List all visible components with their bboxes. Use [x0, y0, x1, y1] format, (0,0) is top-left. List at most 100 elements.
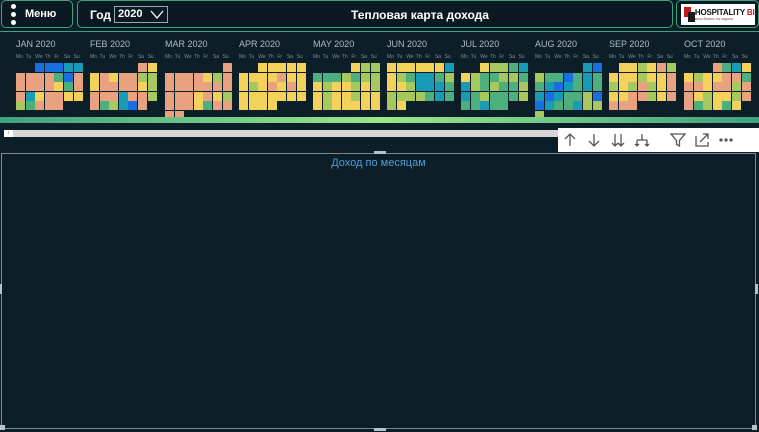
day-cell[interactable]	[712, 101, 722, 111]
day-cell[interactable]	[461, 82, 470, 92]
day-cell[interactable]	[666, 72, 676, 82]
day-cell[interactable]	[267, 82, 277, 92]
day-cell[interactable]	[554, 72, 564, 82]
day-cell[interactable]	[489, 63, 499, 72]
day-cell[interactable]	[637, 63, 647, 72]
day-cell[interactable]	[583, 101, 592, 111]
day-cell[interactable]	[461, 101, 470, 111]
day-cell[interactable]	[415, 72, 425, 82]
day-cell[interactable]	[499, 101, 509, 111]
day-cell[interactable]	[499, 82, 509, 92]
day-cell[interactable]	[480, 91, 490, 101]
day-cell[interactable]	[628, 72, 638, 82]
day-cell[interactable]	[573, 82, 583, 92]
day-cell[interactable]	[657, 63, 666, 72]
day-cell[interactable]	[657, 82, 666, 92]
day-cell[interactable]	[25, 91, 35, 101]
day-cell[interactable]	[435, 72, 444, 82]
day-cell[interactable]	[147, 91, 157, 101]
day-cell[interactable]	[489, 82, 499, 92]
day-cell[interactable]	[499, 63, 509, 72]
day-cell[interactable]	[499, 72, 509, 82]
day-cell[interactable]	[618, 91, 628, 101]
day-cell[interactable]	[387, 63, 396, 72]
day-cell[interactable]	[35, 72, 45, 82]
day-cell[interactable]	[609, 101, 618, 111]
drill-up-button[interactable]	[558, 128, 582, 152]
day-cell[interactable]	[118, 82, 128, 92]
day-cell[interactable]	[489, 101, 499, 111]
day-cell[interactable]	[693, 82, 703, 92]
day-cell[interactable]	[213, 91, 222, 101]
day-cell[interactable]	[322, 91, 332, 101]
day-cell[interactable]	[509, 91, 518, 101]
day-cell[interactable]	[609, 82, 618, 92]
day-cell[interactable]	[44, 82, 54, 92]
day-cell[interactable]	[267, 101, 277, 111]
day-cell[interactable]	[444, 82, 454, 92]
day-cell[interactable]	[64, 91, 73, 101]
expand-hierarchy-button[interactable]	[630, 128, 654, 152]
day-cell[interactable]	[90, 82, 99, 92]
day-cell[interactable]	[128, 82, 138, 92]
day-cell[interactable]	[563, 101, 573, 111]
day-cell[interactable]	[258, 63, 268, 72]
day-cell[interactable]	[509, 82, 518, 92]
day-cell[interactable]	[647, 91, 657, 101]
day-cell[interactable]	[544, 91, 554, 101]
day-cell[interactable]	[480, 72, 490, 82]
day-cell[interactable]	[277, 91, 287, 101]
day-cell[interactable]	[444, 72, 454, 82]
day-cell[interactable]	[64, 82, 73, 92]
resize-handle-corner[interactable]	[0, 425, 5, 430]
day-cell[interactable]	[174, 72, 184, 82]
day-cell[interactable]	[370, 82, 380, 92]
year-dropdown[interactable]: 2020	[114, 6, 168, 23]
day-cell[interactable]	[193, 101, 203, 111]
day-cell[interactable]	[722, 63, 732, 72]
day-cell[interactable]	[387, 101, 396, 111]
day-cell[interactable]	[684, 72, 693, 82]
day-cell[interactable]	[258, 91, 268, 101]
day-cell[interactable]	[54, 63, 64, 72]
resize-handle-left[interactable]	[0, 284, 2, 294]
day-cell[interactable]	[54, 91, 64, 101]
day-cell[interactable]	[712, 72, 722, 82]
day-cell[interactable]	[583, 72, 592, 82]
day-cell[interactable]	[732, 72, 741, 82]
day-cell[interactable]	[592, 91, 602, 101]
scroll-left-icon[interactable]: ‹	[4, 130, 13, 137]
day-cell[interactable]	[628, 63, 638, 72]
day-cell[interactable]	[267, 72, 277, 82]
day-cell[interactable]	[722, 72, 732, 82]
day-cell[interactable]	[165, 91, 174, 101]
day-cell[interactable]	[406, 82, 416, 92]
day-cell[interactable]	[296, 82, 306, 92]
resize-handle-top[interactable]	[374, 151, 386, 154]
day-cell[interactable]	[406, 72, 416, 82]
day-cell[interactable]	[341, 101, 351, 111]
day-cell[interactable]	[138, 82, 147, 92]
day-cell[interactable]	[489, 91, 499, 101]
day-cell[interactable]	[637, 82, 647, 92]
day-cell[interactable]	[732, 63, 741, 72]
day-cell[interactable]	[44, 63, 54, 72]
resize-handle-corner[interactable]	[752, 425, 757, 430]
day-cell[interactable]	[544, 72, 554, 82]
day-cell[interactable]	[535, 72, 544, 82]
day-cell[interactable]	[703, 91, 713, 101]
day-cell[interactable]	[666, 91, 676, 101]
day-cell[interactable]	[64, 72, 73, 82]
day-cell[interactable]	[703, 82, 713, 92]
day-cell[interactable]	[35, 63, 45, 72]
day-cell[interactable]	[444, 91, 454, 101]
day-cell[interactable]	[44, 72, 54, 82]
day-cell[interactable]	[741, 63, 751, 72]
day-cell[interactable]	[332, 91, 342, 101]
day-cell[interactable]	[657, 72, 666, 82]
day-cell[interactable]	[193, 82, 203, 92]
day-cell[interactable]	[203, 101, 213, 111]
day-cell[interactable]	[118, 101, 128, 111]
day-cell[interactable]	[370, 91, 380, 101]
day-cell[interactable]	[16, 82, 25, 92]
